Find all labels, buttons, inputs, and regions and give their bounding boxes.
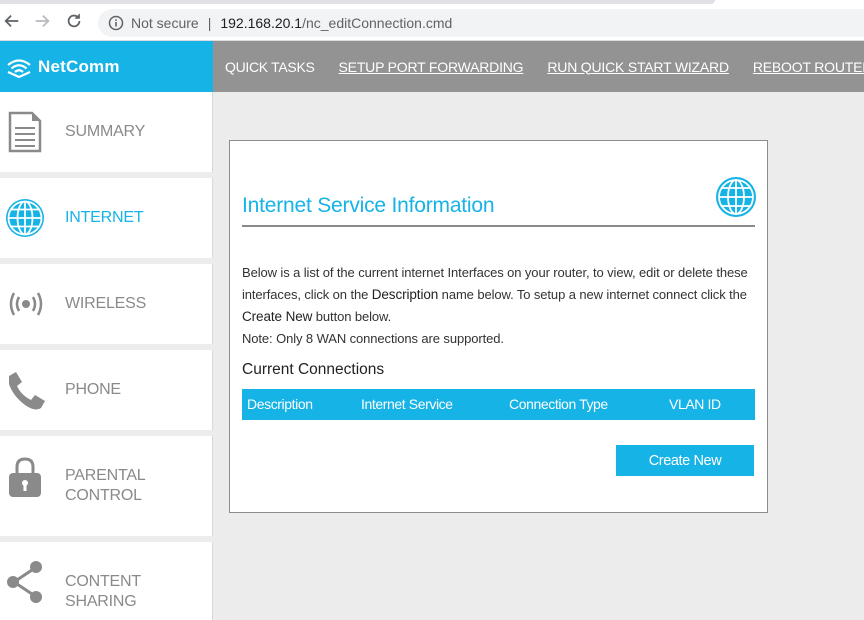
run-quick-start-wizard-link[interactable]: RUN QUICK START WIZARD <box>547 59 729 75</box>
arrow-left-icon <box>4 14 19 28</box>
description-part: name below. To setup a new internet conn… <box>438 287 747 302</box>
tab-strip-edge <box>0 0 715 4</box>
wifi-logo-icon <box>7 58 31 78</box>
address-bar[interactable]: Not secure | 192.168.20.1/nc_editConnect… <box>98 9 864 37</box>
netcomm-logo[interactable]: NetComm <box>0 41 213 92</box>
reload-button[interactable] <box>64 11 84 31</box>
sidebar-item-internet[interactable]: INTERNET <box>0 178 213 258</box>
arrow-right-icon <box>35 14 50 28</box>
url-host: 192.168.20.1 <box>220 15 303 31</box>
sidebar-item-label: PHONE <box>65 381 121 398</box>
quick-tasks-title: QUICK TASKS <box>225 58 315 75</box>
column-header-connection-type: Connection Type <box>509 396 608 412</box>
sidebar-item-label: INTERNET <box>65 209 144 226</box>
sidebar-item-label: WIRELESS <box>65 295 147 312</box>
browser-toolbar: Not secure | 192.168.20.1/nc_editConnect… <box>0 0 864 41</box>
sidebar-item-label: SUMMARY <box>65 123 146 140</box>
globe-icon <box>6 199 44 237</box>
wan-limit-note: Note: Only 8 WAN connections are support… <box>242 331 504 346</box>
page-title: Internet Service Information <box>242 194 495 217</box>
sidebar-item-summary[interactable]: SUMMARY <box>0 92 213 172</box>
back-button[interactable] <box>2 11 22 31</box>
description-part: button below. <box>312 309 392 324</box>
title-divider <box>242 225 755 227</box>
security-status: Not secure <box>131 15 199 31</box>
sidebar-item-label: PARENTAL <box>65 467 146 484</box>
column-header-internet-service: Internet Service <box>361 396 453 412</box>
url-path: /nc_editConnection.cmd <box>302 15 453 31</box>
sidebar-item-content-sharing[interactable]: CONTENT SHARING <box>0 542 213 620</box>
document-icon <box>8 111 42 153</box>
share-icon <box>7 561 42 603</box>
sidebar-item-label-line2: CONTROL <box>65 487 142 504</box>
address-separator: | <box>207 15 212 31</box>
connections-table-header: Description Internet Service Connection … <box>242 389 755 420</box>
forward-button[interactable] <box>32 11 52 31</box>
logo-text: NetComm <box>38 56 120 76</box>
lock-icon <box>9 457 41 497</box>
description-text: Below is a list of the current internet … <box>242 262 752 350</box>
column-header-description: Description <box>247 396 313 412</box>
sidebar-item-parental-control[interactable]: PARENTAL CONTROL <box>0 436 213 536</box>
description-bold: Create New <box>242 309 313 324</box>
phone-icon <box>9 372 45 410</box>
description-bold: Description <box>371 287 439 302</box>
current-connections-heading: Current Connections <box>242 361 385 378</box>
reload-icon <box>67 13 81 28</box>
setup-port-forwarding-link[interactable]: SETUP PORT FORWARDING <box>339 59 524 75</box>
column-header-vlan-id: VLAN ID <box>669 396 721 412</box>
reboot-router-link[interactable]: REBOOT ROUTER <box>753 59 864 75</box>
internet-service-panel: Internet Service Information Below is a … <box>229 140 768 513</box>
sidebar: SUMMARY INTERNET WIRELESS PHONE PARENTAL… <box>0 92 214 620</box>
globe-icon <box>716 177 756 217</box>
sidebar-item-label-line2: SHARING <box>65 593 137 610</box>
quick-tasks-bar: QUICK TASKS SETUP PORT FORWARDING RUN QU… <box>213 41 864 92</box>
sidebar-item-wireless[interactable]: WIRELESS <box>0 264 213 344</box>
wireless-icon <box>9 292 43 316</box>
info-icon[interactable] <box>108 15 124 31</box>
sidebar-item-phone[interactable]: PHONE <box>0 350 213 430</box>
sidebar-item-label: CONTENT <box>65 573 141 590</box>
create-new-button[interactable]: Create New <box>616 445 754 476</box>
